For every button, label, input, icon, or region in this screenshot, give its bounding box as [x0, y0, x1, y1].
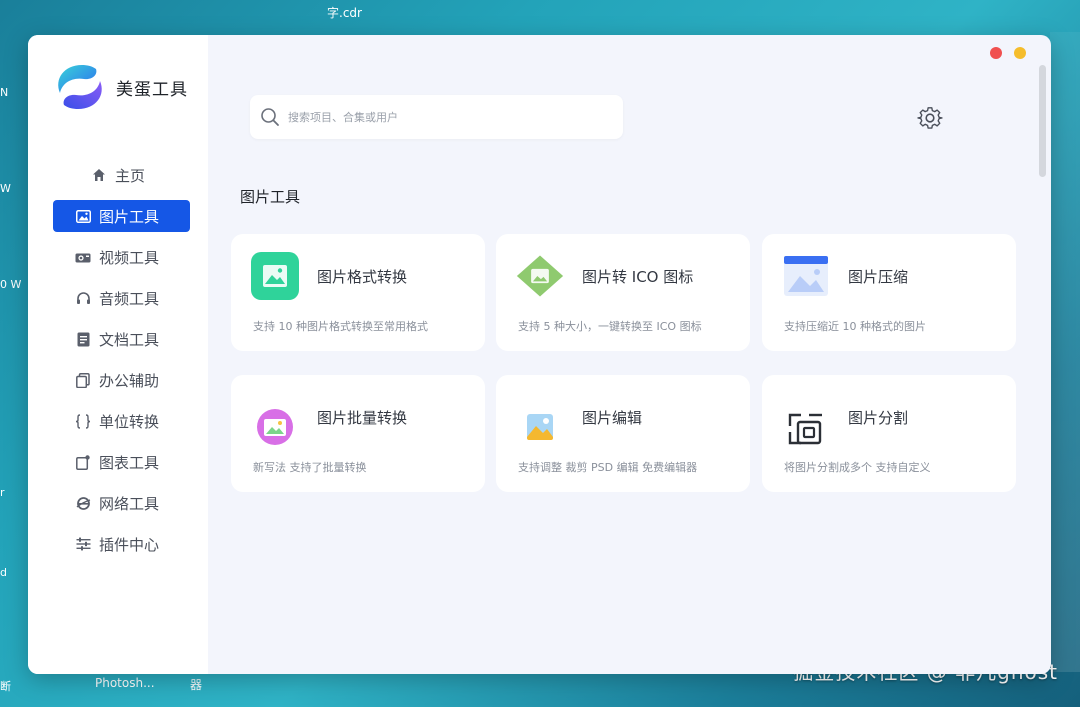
sidebar-item-label: 音频工具 — [99, 289, 160, 308]
image-icon — [75, 208, 91, 224]
batch-convert-icon — [251, 403, 299, 451]
card-title: 图片转 ICO 图标 — [582, 268, 694, 286]
section-title: 图片工具 — [240, 188, 301, 206]
sliders-icon — [75, 536, 91, 552]
card-title: 图片编辑 — [582, 409, 643, 427]
desktop-top-strip — [0, 0, 1080, 32]
image-edit-icon — [516, 403, 564, 451]
desktop-edge-mark: d — [0, 566, 7, 579]
sidebar-item-label: 图片工具 — [99, 207, 160, 226]
sidebar-item-label: 办公辅助 — [99, 371, 160, 390]
card-description: 支持压缩近 10 种格式的图片 — [784, 320, 926, 333]
card-title: 图片分割 — [848, 409, 909, 427]
sidebar-item-label: 图表工具 — [99, 453, 160, 472]
sidebar-item-label: 插件中心 — [99, 535, 160, 554]
video-icon — [75, 249, 91, 265]
tool-card-image-split[interactable]: 图片分割 将图片分割成多个 支持自定义 — [762, 375, 1016, 492]
sidebar-item-label: 主页 — [115, 166, 146, 185]
app-window: 美蛋工具 主页 图片工具 视频工具 音频工具 文档工具 办公辅助 单位转换 图表… — [28, 35, 1051, 674]
sidebar-item-label: 网络工具 — [99, 494, 160, 513]
card-title: 图片压缩 — [848, 268, 909, 286]
settings-gear-icon[interactable] — [917, 105, 943, 131]
braces-icon — [75, 413, 91, 429]
sidebar-nav: 主页 图片工具 视频工具 音频工具 文档工具 办公辅助 单位转换 图表工具 网络… — [53, 159, 190, 569]
taskbar-label-photoshop[interactable]: Photosh... — [95, 676, 155, 690]
sidebar-item-document-tools[interactable]: 文档工具 — [53, 323, 190, 355]
headphones-icon — [75, 290, 91, 306]
tool-card-image-batch-convert[interactable]: 图片批量转换 新写法 支持了批量转换 — [231, 375, 485, 492]
copy-icon — [75, 372, 91, 388]
image-convert-icon — [251, 252, 299, 300]
card-description: 支持 10 种图片格式转换至常用格式 — [253, 320, 428, 333]
sidebar-item-home[interactable]: 主页 — [53, 159, 190, 191]
image-split-icon — [782, 405, 830, 453]
tool-card-image-to-ico[interactable]: 图片转 ICO 图标 支持 5 种大小，一键转换至 ICO 图标 — [496, 234, 750, 351]
tool-card-image-compress[interactable]: 图片压缩 支持压缩近 10 种格式的图片 — [762, 234, 1016, 351]
desktop-edge-mark: r — [0, 486, 5, 499]
brand: 美蛋工具 — [52, 61, 188, 113]
scrollbar-thumb[interactable] — [1039, 65, 1046, 177]
card-description: 支持调整 裁剪 PSD 编辑 免费编辑器 — [518, 461, 698, 474]
search-box[interactable] — [250, 95, 623, 139]
sidebar-item-plugin-center[interactable]: 插件中心 — [53, 528, 190, 560]
tool-card-image-edit[interactable]: 图片编辑 支持调整 裁剪 PSD 编辑 免费编辑器 — [496, 375, 750, 492]
document-icon — [75, 331, 91, 347]
main-panel: 图片工具 图片格式转换 支持 10 种图片格式转换至常用格式 图片转 ICO 图… — [208, 35, 1051, 674]
sidebar-item-unit-convert[interactable]: 单位转换 — [53, 405, 190, 437]
sidebar-item-video-tools[interactable]: 视频工具 — [53, 241, 190, 273]
chart-icon — [75, 454, 91, 470]
browser-icon — [75, 495, 91, 511]
app-name: 美蛋工具 — [116, 79, 188, 100]
taskbar-label-2[interactable]: 器 — [190, 676, 202, 693]
window-close-button[interactable] — [990, 47, 1002, 59]
image-compress-icon — [782, 252, 830, 300]
tool-card-image-format-convert[interactable]: 图片格式转换 支持 10 种图片格式转换至常用格式 — [231, 234, 485, 351]
card-description: 支持 5 种大小，一键转换至 ICO 图标 — [518, 320, 702, 333]
sidebar: 美蛋工具 主页 图片工具 视频工具 音频工具 文档工具 办公辅助 单位转换 图表… — [28, 35, 208, 674]
sidebar-item-label: 单位转换 — [99, 412, 160, 431]
sidebar-item-chart-tools[interactable]: 图表工具 — [53, 446, 190, 478]
search-icon — [261, 108, 279, 126]
sidebar-item-office-assist[interactable]: 办公辅助 — [53, 364, 190, 396]
window-minimize-button[interactable] — [1014, 47, 1026, 59]
desktop-edge-mark: N — [0, 86, 9, 99]
desktop-edge-mark: W — [0, 182, 11, 195]
ico-convert-icon — [516, 252, 564, 300]
search-input[interactable] — [288, 110, 588, 124]
card-title: 图片批量转换 — [317, 409, 408, 427]
card-title: 图片格式转换 — [317, 268, 408, 286]
sidebar-item-label: 视频工具 — [99, 248, 160, 267]
desktop-edge-mark: 0 W — [0, 278, 22, 291]
desktop-edge-mark: 断 — [0, 680, 11, 693]
home-icon — [91, 167, 107, 183]
sidebar-item-image-tools[interactable]: 图片工具 — [53, 200, 190, 232]
sidebar-item-audio-tools[interactable]: 音频工具 — [53, 282, 190, 314]
card-description: 新写法 支持了批量转换 — [253, 461, 367, 474]
sidebar-item-label: 文档工具 — [99, 330, 160, 349]
desktop-file-label: 字.cdr — [327, 6, 362, 20]
sidebar-item-network-tools[interactable]: 网络工具 — [53, 487, 190, 519]
app-logo-icon — [58, 65, 102, 109]
card-description: 将图片分割成多个 支持自定义 — [784, 461, 931, 474]
desktop-right-edge — [1050, 32, 1080, 672]
